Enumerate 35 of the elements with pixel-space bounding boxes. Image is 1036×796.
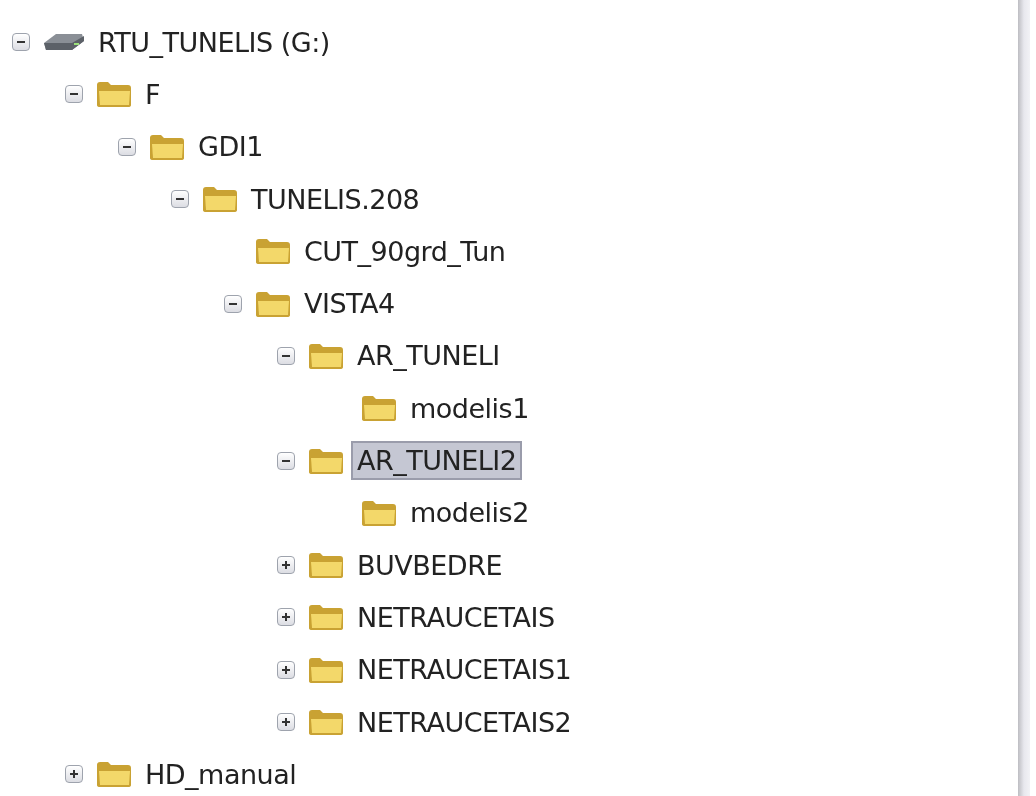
folder-icon (254, 236, 292, 267)
collapse-icon[interactable] (171, 190, 189, 209)
folder-label[interactable]: modelis1 (404, 388, 535, 428)
folder-label[interactable]: NETRAUCETAIS (351, 597, 561, 637)
expand-icon[interactable] (65, 765, 83, 784)
folder-label[interactable]: AR_TUNELI2 (351, 441, 523, 480)
expand-icon[interactable] (277, 660, 295, 679)
collapse-icon[interactable] (277, 346, 295, 365)
folder-icon (307, 550, 345, 581)
folder-label[interactable]: VISTA4 (298, 284, 401, 324)
folder-icon (201, 184, 239, 215)
collapse-icon[interactable] (224, 294, 242, 313)
folder-label[interactable]: GDI1 (192, 127, 269, 167)
folder-label[interactable]: HD_manual (139, 754, 303, 794)
collapse-icon[interactable] (12, 33, 30, 52)
folder-label[interactable]: RTU_TUNELIS (G:) (92, 22, 336, 62)
collapse-icon[interactable] (65, 85, 83, 104)
expand-icon[interactable] (277, 608, 295, 627)
folder-label[interactable]: NETRAUCETAIS1 (351, 650, 578, 690)
folder-label[interactable]: CUT_90grd_Tun (298, 231, 512, 271)
expand-icon[interactable] (277, 713, 295, 731)
folder-icon (307, 602, 345, 633)
folder-label[interactable]: NETRAUCETAIS2 (351, 702, 578, 742)
collapse-icon[interactable] (118, 137, 136, 156)
folder-icon (95, 79, 133, 110)
folder-label[interactable]: modelis2 (404, 493, 535, 533)
collapse-icon[interactable] (277, 451, 295, 470)
folder-icon (360, 393, 398, 424)
expand-icon[interactable] (277, 556, 295, 575)
folder-icon (95, 759, 133, 790)
folder-label[interactable]: TUNELIS.208 (245, 179, 426, 219)
folder-label[interactable]: AR_TUNELI (351, 336, 506, 376)
folder-label[interactable]: F (139, 74, 167, 114)
folder-icon (307, 707, 345, 737)
folder-label[interactable]: BUVBEDRE (351, 545, 508, 585)
